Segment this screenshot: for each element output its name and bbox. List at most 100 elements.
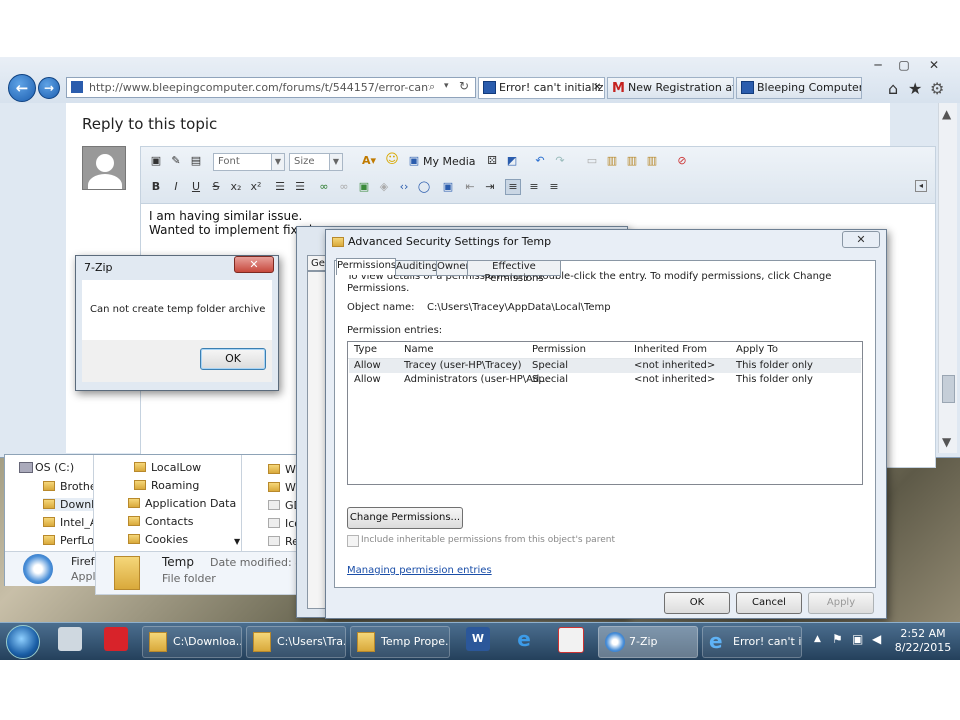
quicken-icon[interactable] [104,627,128,651]
spellcheck-icon[interactable]: ⚄ [485,154,499,168]
spoiler-icon[interactable]: ◩ [505,154,519,168]
tree-item[interactable]: Application Data [128,497,236,510]
scroll-down-icon[interactable]: ▼ [234,537,240,546]
home-icon[interactable]: ⌂ [888,79,898,98]
column-header[interactable]: Apply To [736,344,778,355]
tree-item[interactable]: LocalLow [134,461,201,474]
numbered-list-icon[interactable]: ☰ [293,180,307,194]
paste-icon[interactable]: ▥ [605,154,619,168]
quote-icon[interactable]: ◯ [417,180,431,194]
column-header[interactable]: Inherited From [634,344,707,355]
maximize-button[interactable]: ▢ [892,58,916,74]
font-dropdown[interactable]: Font ▼ [213,153,285,171]
redo-icon[interactable]: ↷ [553,154,567,168]
page-scrollbar[interactable]: ▲ ▼ [938,103,957,453]
strike-icon[interactable]: S [209,180,223,194]
forward-icon[interactable]: → [38,77,60,99]
permission-entries-list[interactable]: Type Name Permission Inherited From Appl… [347,341,863,485]
source-icon[interactable]: ▣ [441,180,455,194]
close-window-button[interactable]: ✕ [922,58,946,74]
refresh-icon[interactable]: ↻ [459,79,469,93]
calculator-icon[interactable] [58,627,82,651]
close-button[interactable]: ✕ [842,231,880,248]
word-icon[interactable]: W [466,627,490,651]
cancel-button[interactable]: Cancel [736,592,802,614]
tab-registration[interactable]: M New Registration at B... [607,77,734,99]
bold-icon[interactable]: B [149,180,163,194]
tab-effective-permissions[interactable]: Effective Permissions [467,260,561,284]
indent-icon[interactable]: ⇥ [483,180,497,194]
inherit-checkbox[interactable] [347,535,359,547]
paste-word-icon[interactable]: ▥ [645,154,659,168]
image-icon[interactable]: ▣ [357,180,371,194]
align-right-icon[interactable]: ≡ [547,180,561,194]
tab-permissions[interactable]: Permissions [336,258,396,275]
code-icon[interactable]: ‹› [397,180,411,194]
flag-icon[interactable]: ⚑ [832,632,843,646]
settings-gear-icon[interactable]: ⚙ [930,79,944,98]
remove-format-icon[interactable]: ⊘ [675,154,689,168]
taskbar-explorer-users[interactable]: C:\Users\Tra... [246,626,346,658]
table-row[interactable]: Allow Tracey (user-HP\Tracey) Special <n… [349,359,861,373]
media-icon[interactable]: ▣ [407,154,421,168]
eraser-icon[interactable]: ✎ [169,154,183,168]
underline-icon[interactable]: U [189,180,203,194]
cut-icon[interactable]: ▭ [585,154,599,168]
dropdown-icon[interactable]: ▾ [444,81,449,91]
snipping-tool-icon[interactable] [558,627,584,653]
taskbar-explorer-downloads[interactable]: C:\Downloa... [142,626,242,658]
bullet-list-icon[interactable]: ☰ [273,180,287,194]
size-dropdown[interactable]: Size ▼ [289,153,343,171]
start-button[interactable] [6,625,40,659]
favorites-star-icon[interactable]: ★ [908,79,922,98]
ok-button[interactable]: OK [664,592,730,614]
outdent-icon[interactable]: ⇤ [463,180,477,194]
column-header[interactable]: Name [404,344,434,355]
column-header[interactable]: Permission [532,344,586,355]
taskbar-7zip[interactable]: 7-Zip [598,626,698,658]
ok-button[interactable]: OK [200,348,266,370]
align-left-icon[interactable]: ≡ [505,179,521,195]
tab-auditing[interactable]: Auditing [395,260,438,276]
taskbar-ie-error[interactable]: e Error! can't i... [702,626,802,658]
my-media-label[interactable]: My Media [423,155,476,168]
taskbar-temp-properties[interactable]: Temp Prope... [350,626,450,658]
subscript-icon[interactable]: x₂ [229,180,243,194]
table-row[interactable]: Allow Administrators (user-HP\Ad... Spec… [349,373,861,387]
close-button[interactable]: ✕ [234,256,274,273]
tab-error[interactable]: Error! can't initializ... ✕ [478,77,605,99]
back-icon[interactable]: ← [8,74,36,102]
ie-icon[interactable]: e [512,627,536,651]
unlink-icon[interactable]: ∞ [337,180,351,194]
flash-icon[interactable]: ◈ [377,180,391,194]
address-bar[interactable]: http://www.bleepingcomputer.com/forums/t… [66,77,476,98]
source-icon[interactable]: ▣ [149,154,163,168]
network-icon[interactable]: ▣ [852,632,863,646]
table-icon[interactable]: ▤ [189,154,203,168]
align-center-icon[interactable]: ≡ [527,180,541,194]
scroll-thumb[interactable] [942,375,955,403]
minimize-button[interactable]: ─ [866,58,890,74]
italic-icon[interactable]: I [169,180,183,194]
column-header[interactable]: Type [354,344,377,355]
tree-item[interactable]: Downlo [43,498,101,511]
clock[interactable]: 2:52 AM 8/22/2015 [890,627,956,655]
link-icon[interactable]: ∞ [317,180,331,194]
change-permissions-button[interactable]: Change Permissions... [347,507,463,529]
close-tab-icon[interactable]: ✕ [593,78,601,98]
tree-item[interactable]: Cookies [128,533,188,546]
search-icon[interactable]: ⌕ [429,80,435,94]
tab-owner[interactable]: Owner [436,260,470,276]
tree-item[interactable]: Roaming [134,479,199,492]
scroll-down-icon[interactable]: ▼ [942,435,951,449]
apply-button[interactable]: Apply [808,592,874,614]
tab-bleeping[interactable]: Bleeping Computer T... [736,77,862,99]
show-hidden-icons[interactable]: ▲ [814,634,821,644]
tree-item[interactable]: OS (C:) [19,461,74,474]
tree-item[interactable]: Contacts [128,515,194,528]
manage-permissions-link[interactable]: Managing permission entries [347,565,492,576]
scroll-up-icon[interactable]: ▲ [942,107,951,121]
volume-icon[interactable]: ◀ [872,632,881,646]
undo-icon[interactable]: ↶ [533,154,547,168]
text-color-icon[interactable]: A▾ [359,154,379,168]
